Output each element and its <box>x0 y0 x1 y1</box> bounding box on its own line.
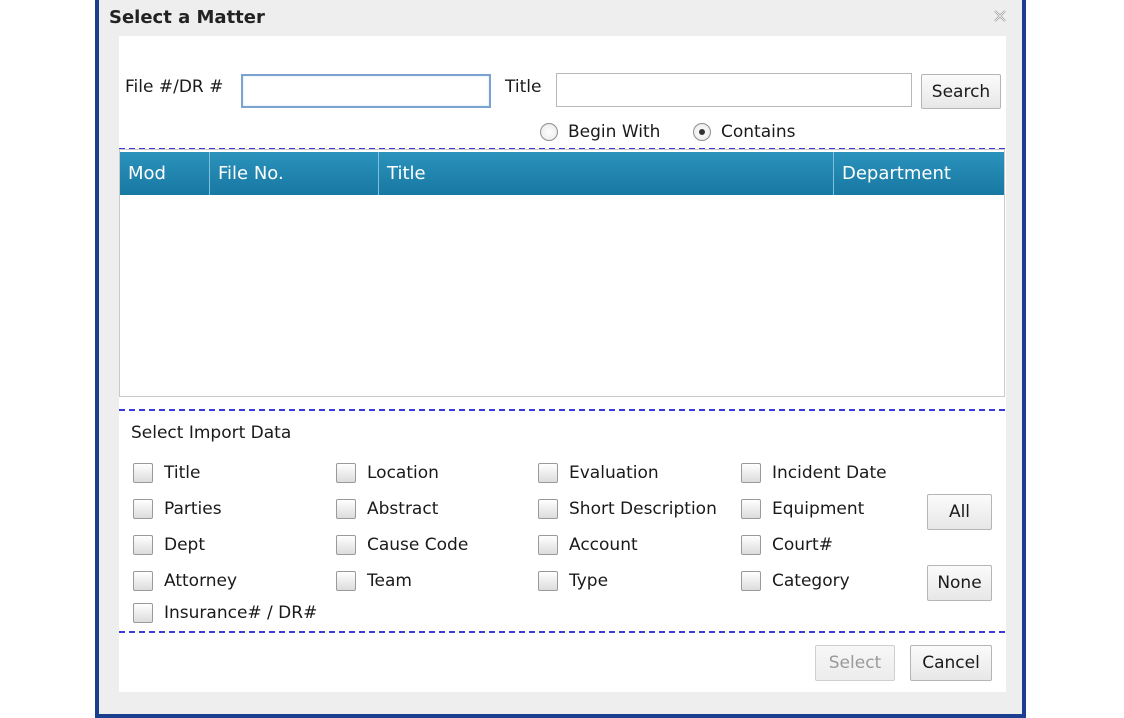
checkbox-box[interactable] <box>336 571 356 591</box>
checkbox-insurance-dr[interactable]: Insurance# / DR# <box>133 603 317 623</box>
checkbox-box[interactable] <box>336 499 356 519</box>
all-button[interactable]: All <box>927 494 992 530</box>
column-header-department[interactable]: Department <box>834 152 1004 195</box>
radio-contains[interactable]: Contains <box>693 122 795 142</box>
checkbox-equipment[interactable]: Equipment <box>741 499 864 519</box>
import-section-title: Select Import Data <box>131 423 292 443</box>
checkbox-label: Category <box>772 571 850 591</box>
checkbox-label: Dept <box>164 535 206 555</box>
checkbox-location[interactable]: Location <box>336 463 439 483</box>
checkbox-attorney[interactable]: Attorney <box>133 571 237 591</box>
checkbox-label: Attorney <box>164 571 238 591</box>
checkbox-team[interactable]: Team <box>336 571 412 591</box>
checkbox-short-description[interactable]: Short Description <box>538 499 717 519</box>
none-button[interactable]: None <box>927 565 992 601</box>
checkbox-label: Title <box>164 463 201 483</box>
file-number-label: File #/DR # <box>125 77 224 97</box>
radio-begin-with[interactable]: Begin With <box>540 122 660 142</box>
checkbox-label: Equipment <box>772 499 865 519</box>
checkbox-parties[interactable]: Parties <box>133 499 222 519</box>
search-button[interactable]: Search <box>921 74 1001 109</box>
title-label: Title <box>505 77 542 97</box>
checkbox-type[interactable]: Type <box>538 571 608 591</box>
checkbox-box[interactable] <box>538 571 558 591</box>
select-button[interactable]: Select <box>815 645 895 681</box>
checkbox-label: Insurance# / DR# <box>164 603 318 623</box>
checkbox-label: Team <box>367 571 412 591</box>
separator-line <box>119 631 1005 633</box>
grid-header: Mod File No. Title Department <box>120 152 1004 195</box>
checkbox-box[interactable] <box>538 499 558 519</box>
select-matter-dialog: Select a Matter File #/DR # Title Search… <box>95 0 1026 718</box>
checkbox-box[interactable] <box>336 535 356 555</box>
checkbox-title[interactable]: Title <box>133 463 200 483</box>
checkbox-label: Parties <box>164 499 222 519</box>
checkbox-label: Evaluation <box>569 463 659 483</box>
checkbox-label: Account <box>569 535 638 555</box>
checkbox-box[interactable] <box>538 535 558 555</box>
dialog-titlebar: Select a Matter <box>99 0 1022 36</box>
checkbox-label: Abstract <box>367 499 439 519</box>
checkbox-box[interactable] <box>133 571 153 591</box>
checkbox-incident-date[interactable]: Incident Date <box>741 463 887 483</box>
checkbox-account[interactable]: Account <box>538 535 638 555</box>
file-number-input[interactable] <box>241 74 491 108</box>
checkbox-box[interactable] <box>741 535 761 555</box>
radio-begin-with-label: Begin With <box>568 122 661 142</box>
title-input[interactable] <box>556 73 912 107</box>
checkbox-box[interactable] <box>133 535 153 555</box>
checkbox-box[interactable] <box>741 571 761 591</box>
dialog-content: File #/DR # Title Search Begin With Cont… <box>119 36 1006 692</box>
checkbox-box[interactable] <box>538 463 558 483</box>
results-grid[interactable]: Mod File No. Title Department <box>119 149 1005 397</box>
checkbox-box[interactable] <box>741 463 761 483</box>
column-header-title[interactable]: Title <box>379 152 834 195</box>
radio-contains-label: Contains <box>721 122 796 142</box>
checkbox-box[interactable] <box>741 499 761 519</box>
radio-selected-icon <box>693 123 711 141</box>
checkbox-evaluation[interactable]: Evaluation <box>538 463 659 483</box>
checkbox-cause-code[interactable]: Cause Code <box>336 535 468 555</box>
column-header-file-no[interactable]: File No. <box>210 152 379 195</box>
checkbox-label: Court# <box>772 535 833 555</box>
checkbox-label: Location <box>367 463 439 483</box>
cancel-button[interactable]: Cancel <box>910 645 992 681</box>
separator-line <box>119 409 1005 411</box>
checkbox-box[interactable] <box>133 603 153 623</box>
checkbox-court[interactable]: Court# <box>741 535 833 555</box>
dialog-title: Select a Matter <box>109 7 265 28</box>
close-icon[interactable] <box>992 8 1008 24</box>
checkbox-box[interactable] <box>133 499 153 519</box>
checkbox-box[interactable] <box>133 463 153 483</box>
column-header-mod[interactable]: Mod <box>120 152 210 195</box>
checkbox-dept[interactable]: Dept <box>133 535 205 555</box>
checkbox-abstract[interactable]: Abstract <box>336 499 438 519</box>
checkbox-category[interactable]: Category <box>741 571 850 591</box>
checkbox-label: Type <box>569 571 609 591</box>
checkbox-box[interactable] <box>336 463 356 483</box>
checkbox-label: Short Description <box>569 499 717 519</box>
checkbox-label: Incident Date <box>772 463 887 483</box>
radio-unselected-icon <box>540 123 558 141</box>
checkbox-label: Cause Code <box>367 535 469 555</box>
